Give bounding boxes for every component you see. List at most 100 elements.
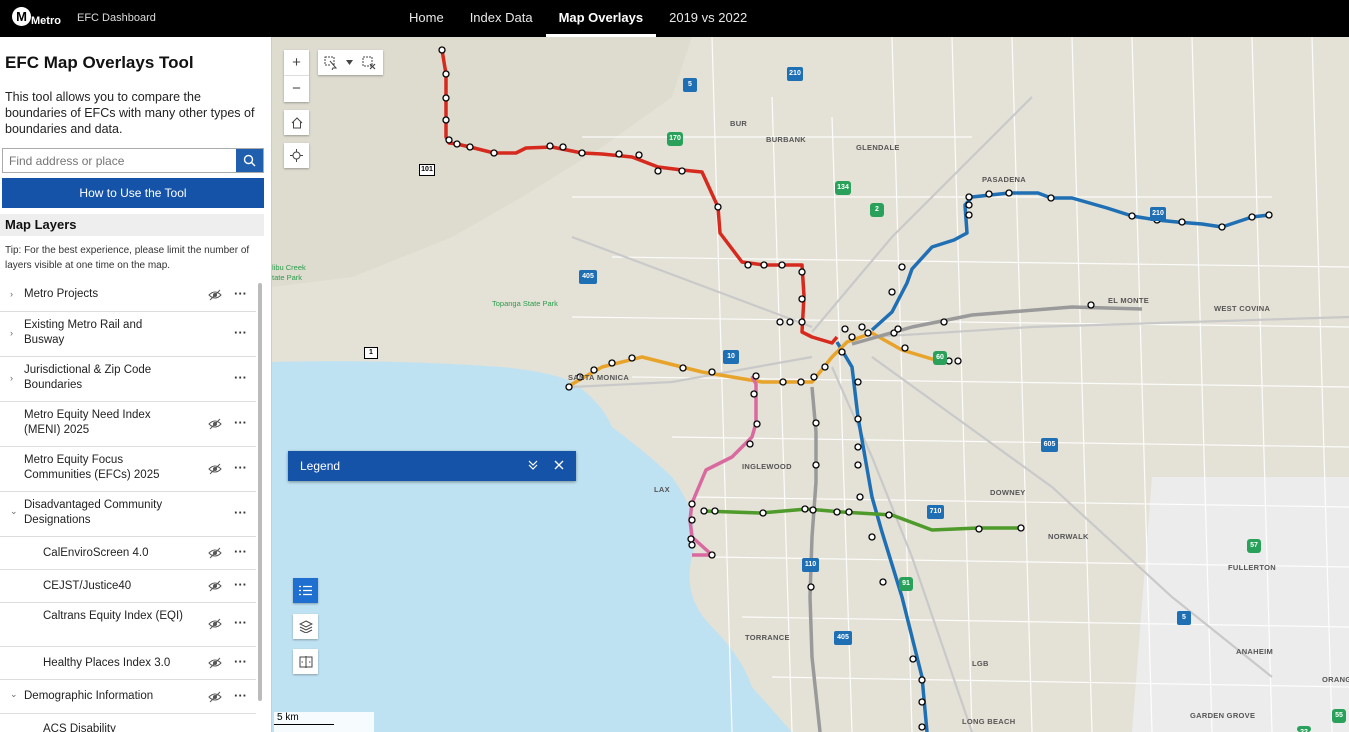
chevron-right-icon[interactable]: › <box>10 289 13 299</box>
nav-home[interactable]: Home <box>396 0 457 37</box>
nav-map-overlays[interactable]: Map Overlays <box>545 0 657 37</box>
layer-existing-metro-rail[interactable]: › Existing Metro Rail and Busway ··· <box>0 312 256 357</box>
chevron-down-icon[interactable]: ⌄ <box>10 506 18 517</box>
layer-label: Healthy Places Index 3.0 <box>43 657 171 669</box>
eye-off-icon[interactable] <box>208 289 222 301</box>
layer-label: Metro Equity Need Index (MENI) 2025 <box>24 409 151 436</box>
more-options-icon[interactable]: ··· <box>234 286 247 301</box>
layer-list: › Metro Projects ··· › Existing Metro Ra… <box>0 278 256 732</box>
park-label: Topanga State Park <box>492 299 558 308</box>
highway-shield: 405 <box>579 270 597 284</box>
clear-selection-icon[interactable] <box>362 56 376 70</box>
highway-shield: 60 <box>933 351 947 365</box>
layer-label: Demographic Information <box>24 690 154 702</box>
layer-metro-projects[interactable]: › Metro Projects ··· <box>0 278 256 312</box>
basemap <box>272 37 1349 732</box>
place-label: LGB <box>972 659 989 668</box>
map-layers-heading: Map Layers <box>0 214 264 236</box>
ocean <box>272 361 792 732</box>
place-label: BUR <box>730 119 748 128</box>
main-nav: Home Index Data Map Overlays 2019 vs 202… <box>396 0 760 37</box>
intro-text: This tool allows you to compare the boun… <box>5 90 255 136</box>
legend-panel[interactable]: Legend <box>288 451 576 481</box>
place-label: NORWALK <box>1048 532 1089 541</box>
layer-calenviroscreen[interactable]: CalEnviroScreen 4.0 ··· <box>0 537 256 570</box>
eye-off-icon[interactable] <box>208 580 222 592</box>
highway-shield: 55 <box>1332 709 1346 723</box>
green-line[interactable] <box>702 507 1021 532</box>
eye-off-icon[interactable] <box>208 691 222 703</box>
highway-shield: 170 <box>667 132 683 146</box>
more-options-icon[interactable]: ··· <box>234 505 247 520</box>
highway-shield: 405 <box>834 631 852 645</box>
place-label: INGLEWOOD <box>742 462 792 471</box>
selection-toolbar <box>318 50 383 75</box>
scale-bar: 5 km <box>274 712 374 732</box>
layer-healthy-places[interactable]: Healthy Places Index 3.0 ··· <box>0 647 256 680</box>
layer-cejst[interactable]: CEJST/Justice40 ··· <box>0 570 256 603</box>
more-options-icon[interactable]: ··· <box>234 544 247 559</box>
metro-logo[interactable]: M <box>12 7 31 26</box>
search-button[interactable] <box>236 149 263 172</box>
more-options-icon[interactable]: ··· <box>234 460 247 475</box>
layer-label: Metro Projects <box>24 288 99 300</box>
layer-label: Caltrans Equity Index (EQI) <box>43 610 183 622</box>
chevron-right-icon[interactable]: › <box>10 328 13 338</box>
panel-scrollbar[interactable] <box>258 283 262 701</box>
layer-jurisdictional-boundaries[interactable]: › Jurisdictional & Zip Code Boundaries ·… <box>0 357 256 402</box>
more-options-icon[interactable]: ··· <box>234 370 247 385</box>
side-panel: EFC Map Overlays Tool This tool allows y… <box>0 37 272 732</box>
layer-acs-disability[interactable]: ACS Disability <box>0 714 256 732</box>
layer-label: Metro Equity Focus Communities (EFCs) 20… <box>24 454 160 481</box>
home-button[interactable] <box>284 110 309 135</box>
compare-icon <box>299 655 312 668</box>
more-options-icon[interactable]: ··· <box>234 325 247 340</box>
more-options-icon[interactable]: ··· <box>234 654 247 669</box>
layer-demographic-info[interactable]: ⌄ Demographic Information ··· <box>0 680 256 714</box>
select-cursor-icon[interactable] <box>324 56 338 70</box>
layer-meni-2025[interactable]: Metro Equity Need Index (MENI) 2025 ··· <box>0 402 256 447</box>
layer-label: CEJST/Justice40 <box>43 580 132 592</box>
swipe-compare-button[interactable] <box>293 649 318 674</box>
logo-text: Metro <box>31 15 61 27</box>
more-options-icon[interactable]: ··· <box>234 415 247 430</box>
zoom-out-button[interactable]: − <box>284 76 309 102</box>
map-view[interactable]: BUR BURBANK GLENDALE PASADENA EL MONTE W… <box>272 37 1349 732</box>
zoom-control: + − <box>284 50 309 102</box>
search-input[interactable] <box>3 149 236 172</box>
nav-index-data[interactable]: Index Data <box>457 0 546 37</box>
layer-efcs-2025[interactable]: Metro Equity Focus Communities (EFCs) 20… <box>0 447 256 492</box>
close-icon[interactable] <box>554 460 564 470</box>
place-label: LONG BEACH <box>962 717 1016 726</box>
highway-shield: 710 <box>927 505 944 519</box>
chevron-right-icon[interactable]: › <box>10 373 13 383</box>
chevron-down-icon[interactable]: ⌄ <box>10 689 18 700</box>
chevron-down-icon[interactable] <box>346 60 353 65</box>
eye-off-icon[interactable] <box>208 463 222 475</box>
nav-2019-vs-2022[interactable]: 2019 vs 2022 <box>656 0 760 37</box>
highway-shield: 605 <box>1041 438 1058 452</box>
app-title[interactable]: EFC Dashboard <box>77 12 156 24</box>
eye-off-icon[interactable] <box>208 618 222 630</box>
list-icon <box>299 585 312 596</box>
layer-label: Jurisdictional & Zip Code Boundaries <box>24 364 152 391</box>
place-label: SANTA MONICA <box>568 373 630 382</box>
eye-off-icon[interactable] <box>208 547 222 559</box>
how-to-use-button[interactable]: How to Use the Tool <box>2 178 264 208</box>
legend-toggle-button[interactable] <box>293 578 318 603</box>
place-label: LAX <box>654 485 670 494</box>
highway-shield: 110 <box>802 558 819 572</box>
more-options-icon[interactable]: ··· <box>234 577 247 592</box>
layer-disadvantaged-communities[interactable]: ⌄ Disadvantaged Community Designations ·… <box>0 492 256 537</box>
locate-button[interactable] <box>284 143 309 168</box>
more-options-icon[interactable]: ··· <box>234 688 247 703</box>
layers-button[interactable] <box>293 614 318 639</box>
legend-title: Legend <box>300 459 341 473</box>
more-options-icon[interactable]: ··· <box>234 615 247 630</box>
locate-icon <box>290 149 303 162</box>
layer-caltrans-eqi[interactable]: Caltrans Equity Index (EQI) ··· <box>0 603 256 647</box>
zoom-in-button[interactable]: + <box>284 50 309 76</box>
eye-off-icon[interactable] <box>208 657 222 669</box>
eye-off-icon[interactable] <box>208 418 222 430</box>
collapse-icon[interactable] <box>528 460 538 470</box>
